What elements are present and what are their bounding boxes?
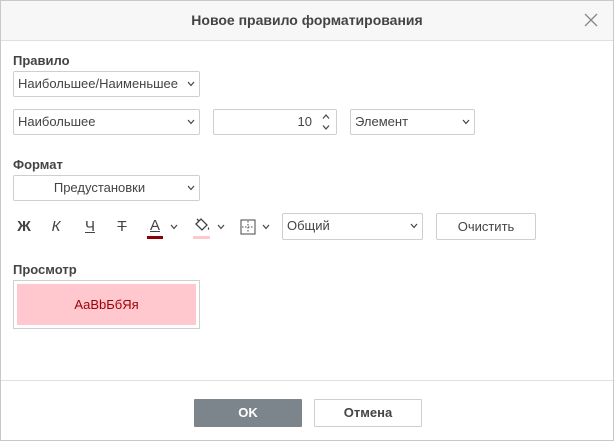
chevron-down-icon xyxy=(187,81,195,87)
rule-unit-select[interactable]: Элемент xyxy=(350,109,475,135)
format-preset-select[interactable]: Предустановки xyxy=(13,175,200,201)
bold-button[interactable]: Ж xyxy=(13,214,35,240)
chevron-up-icon[interactable] xyxy=(321,113,331,120)
underline-button[interactable]: Ч xyxy=(79,214,101,240)
font-color-swatch xyxy=(147,236,163,239)
rule-unit-value: Элемент xyxy=(355,114,409,129)
font-color-glyph: А xyxy=(149,217,160,234)
chevron-down-icon xyxy=(170,224,178,230)
clear-button[interactable]: Очистить xyxy=(436,213,536,240)
preview-sample: АаВbБбЯя xyxy=(17,284,196,325)
italic-button[interactable]: К xyxy=(45,214,67,240)
rule-direction-select[interactable]: Наибольшее xyxy=(13,109,200,135)
borders-button[interactable] xyxy=(238,214,274,240)
preview-label: Просмотр xyxy=(13,262,77,277)
rule-direction-value: Наибольшее xyxy=(18,114,96,129)
rule-type-select[interactable]: Наибольшее/Наименьшее xyxy=(13,71,200,97)
rule-label: Правило xyxy=(13,53,70,68)
preview-box: АаВbБбЯя xyxy=(13,280,200,329)
chevron-down-icon xyxy=(462,119,470,125)
number-format-value: Общий xyxy=(287,218,330,233)
rule-count-stepper[interactable]: 10 xyxy=(213,109,337,135)
chevron-down-icon xyxy=(410,223,418,229)
font-color-button[interactable]: А xyxy=(145,214,183,240)
rule-count-value: 10 xyxy=(297,114,312,129)
borders-icon xyxy=(240,219,256,235)
strikethrough-button[interactable]: Т xyxy=(111,214,133,240)
number-format-select[interactable]: Общий xyxy=(282,213,423,240)
formatting-rule-dialog: Новое правило форматирования Правило Наи… xyxy=(0,0,614,441)
footer-divider xyxy=(1,380,613,381)
fill-color-swatch xyxy=(193,236,210,239)
dialog-title: Новое правило форматирования xyxy=(191,12,423,28)
chevron-down-icon xyxy=(262,224,270,230)
chevron-down-icon[interactable] xyxy=(321,124,331,131)
format-preset-value: Предустановки xyxy=(53,180,146,195)
close-icon[interactable] xyxy=(583,12,599,28)
cancel-button[interactable]: Отмена xyxy=(314,399,422,427)
chevron-down-icon xyxy=(187,185,195,191)
chevron-down-icon xyxy=(217,224,225,230)
ok-button[interactable]: OK xyxy=(194,399,302,427)
paint-bucket-icon xyxy=(195,218,210,231)
chevron-down-icon xyxy=(187,119,195,125)
fill-color-button[interactable] xyxy=(191,214,229,240)
dialog-titlebar: Новое правило форматирования xyxy=(1,1,613,41)
rule-type-value: Наибольшее/Наименьшее xyxy=(18,76,179,91)
format-label: Формат xyxy=(13,157,63,172)
